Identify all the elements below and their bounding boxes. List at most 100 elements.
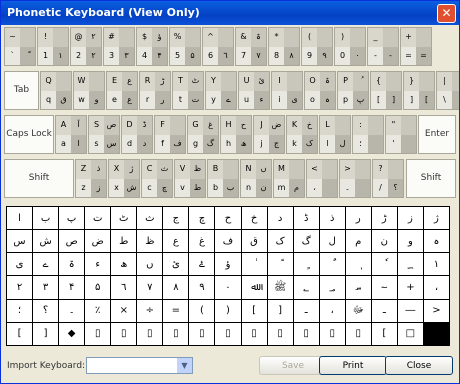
keyboard-key[interactable]: Bbب [207,159,239,198]
character-cell[interactable]: ▯ [111,322,137,345]
keyboard-key[interactable]: : ؛ [352,115,384,154]
keyboard-key[interactable]: ~`ّ [4,27,36,66]
keyboard-key[interactable]: Uئuء [238,71,270,110]
character-cell[interactable]: ی [7,253,33,276]
keyboard-key[interactable]: Kخkک [286,115,318,154]
character-cell[interactable]: ] [33,322,59,345]
keyboard-key[interactable]: Aآaا [55,115,87,154]
character-cell[interactable]: = [163,299,189,322]
keyboard-key[interactable]: < ، [306,159,338,198]
import-keyboard-select[interactable]: ▼ [86,357,193,374]
character-cell[interactable]: ؄ [345,276,371,299]
character-cell[interactable]: [ [371,322,397,345]
caps-lock-key[interactable]: Caps Lock [4,115,54,154]
keyboard-key[interactable]: Gغgگ [187,115,219,154]
close-window-button[interactable]: ✕ [437,4,456,23]
character-cell[interactable]: ق [241,230,267,253]
character-cell[interactable]: م [345,230,371,253]
character-cell[interactable]: ▯ [137,322,163,345]
keyboard-key[interactable]: > ۔ [339,159,371,198]
keyboard-key[interactable]: & ۃ 7 ٧ [235,27,267,66]
character-cell[interactable]: ﷺ [267,276,293,299]
keyboard-key[interactable]: Qqق [40,71,72,110]
keyboard-key[interactable]: Vظvط [174,159,206,198]
character-cell[interactable]: [ [241,299,267,322]
character-cell[interactable]: ؂ [293,276,319,299]
keyboard-key[interactable]: " ' [385,115,417,154]
character-cell[interactable]: ؃ [319,276,345,299]
character-cell[interactable]: ▯ [293,322,319,345]
keyboard-key[interactable]: | \ [436,71,459,110]
character-cell[interactable]: ٖ [345,253,371,276]
character-cell[interactable]: ڑ [371,207,397,230]
character-cell[interactable]: ے [33,253,59,276]
character-cell[interactable]: چ [189,207,215,230]
character-cell[interactable]: ؅ [371,276,397,299]
character-cell[interactable]: ٪ [85,299,111,322]
chevron-down-icon[interactable]: ▼ [177,358,192,373]
character-cell[interactable]: ں [137,253,163,276]
character-cell[interactable]: د [267,207,293,230]
keyboard-key[interactable]: $ ؤ 4 ۴ [136,27,168,66]
character-cell[interactable]: ٨ [163,276,189,299]
character-cell[interactable]: ﷻ [345,299,371,322]
character-cell[interactable]: خ [241,207,267,230]
character-cell[interactable]: ـ [371,299,397,322]
character-cell[interactable]: ۃ [59,253,85,276]
shift-right-key[interactable]: Shift [406,159,456,198]
character-cell[interactable]: ش [33,230,59,253]
character-cell[interactable]: ٰ [241,253,267,276]
keyboard-key[interactable]: Llل [319,115,351,154]
character-cell[interactable]: ▯ [189,322,215,345]
character-cell[interactable]: + [397,276,423,299]
character-cell[interactable]: ہ [423,230,449,253]
character-cell[interactable]: ھ [111,253,137,276]
character-cell[interactable]: غ [189,230,215,253]
character-cell[interactable]: ڈ [293,207,319,230]
keyboard-key[interactable]: Cثcچ [141,159,173,198]
character-cell[interactable]: [ [7,322,33,345]
character-cell[interactable]: ۴ [59,276,85,299]
character-cell[interactable]: ث [137,207,163,230]
character-cell[interactable]: ؤ [215,253,241,276]
character-cell[interactable]: ٧ [137,276,163,299]
character-cell[interactable]: ٌ [319,253,345,276]
keyboard-key[interactable]: Hحhھ [220,115,252,154]
character-cell[interactable]: ۵ [85,276,111,299]
shift-left-key[interactable]: Shift [4,159,74,198]
keyboard-key[interactable]: }][ [403,71,435,110]
keyboard-key[interactable]: Jضjج [253,115,285,154]
character-cell[interactable]: ب [33,207,59,230]
character-cell[interactable]: ، [423,276,449,299]
keyboard-key[interactable]: Wwو [73,71,105,110]
character-cell[interactable]: ص [59,230,85,253]
character-cell[interactable]: ▯ [241,322,267,345]
character-cell[interactable]: گ [293,230,319,253]
keyboard-key[interactable]: ) 0 ٠ [334,27,366,66]
save-button[interactable]: Save [259,356,327,375]
character-cell[interactable]: و [397,230,423,253]
character-cell[interactable]: ت [85,207,111,230]
character-cell[interactable]: □ [397,322,423,345]
character-cell[interactable]: ؛ [7,299,33,322]
character-cell[interactable]: ذ [319,207,345,230]
character-cell[interactable]: ؟ [33,299,59,322]
character-cell[interactable]: س [7,230,33,253]
character-cell[interactable]: ٣ [33,276,59,299]
character-cell[interactable]: ] [267,299,293,322]
keyboard-key[interactable]: Mmم [273,159,305,198]
keyboard-key[interactable]: Dڈdد [121,115,153,154]
keyboard-key[interactable]: @٢ 2 ٢ [70,27,102,66]
character-cell[interactable]: ) [215,299,241,322]
character-cell[interactable]: ا [7,207,33,230]
character-cell[interactable]: ۓ [189,253,215,276]
character-cell[interactable]: ز [397,207,423,230]
character-cell[interactable]: ▯ [345,322,371,345]
character-cell[interactable]: ٹ [111,207,137,230]
character-cell[interactable]: ▯ [319,322,345,345]
keyboard-key[interactable]: (9 ٩ [301,27,333,66]
keyboard-key[interactable]: Sصsس [88,115,120,154]
character-cell[interactable]: ژ [423,207,449,230]
keyboard-key[interactable]: * 8 ٨ [268,27,300,66]
print-button[interactable]: Print [319,356,387,375]
